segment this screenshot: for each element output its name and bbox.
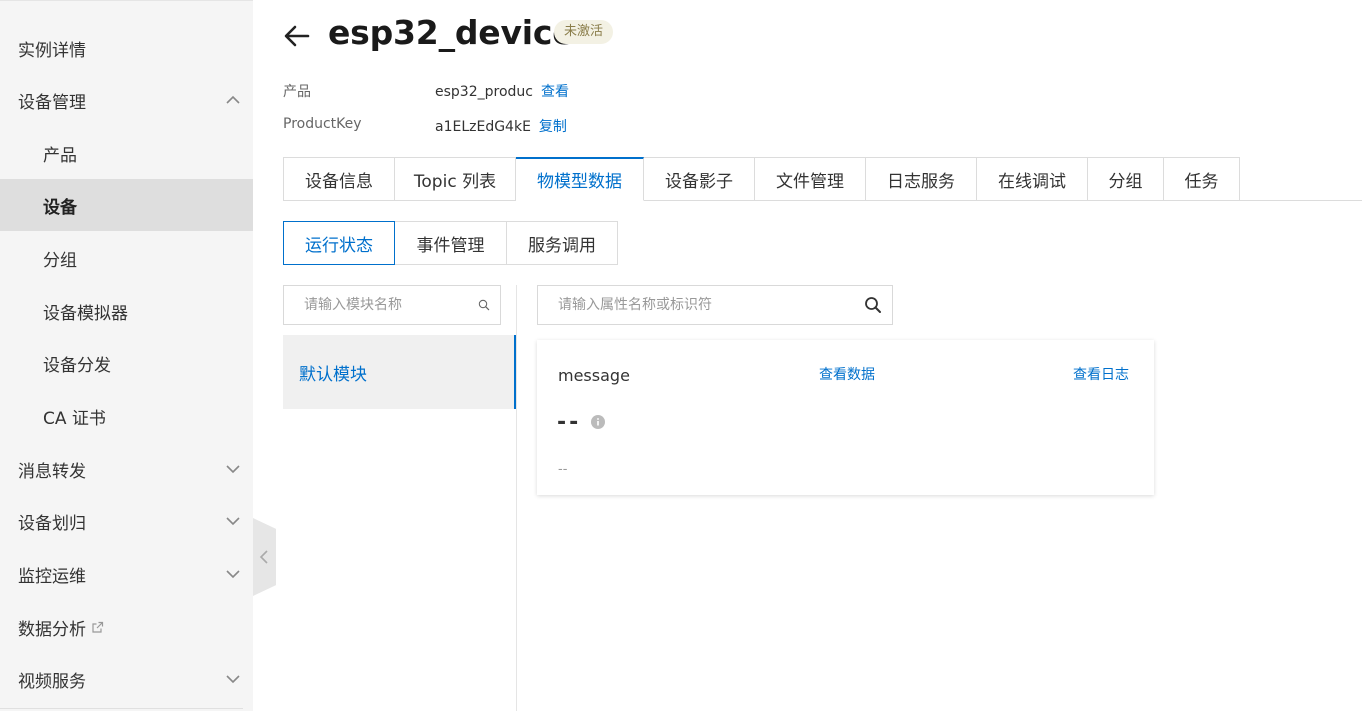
sidebar-item-label: 实例详情 <box>18 40 86 61</box>
tab-device-shadow[interactable]: 设备影子 <box>644 157 755 201</box>
sidebar-item-label: 数据分析 <box>18 619 86 640</box>
tab-device-info[interactable]: 设备信息 <box>283 157 395 201</box>
tab-log-service[interactable]: 日志服务 <box>866 157 977 201</box>
tab-file-management[interactable]: 文件管理 <box>755 157 866 201</box>
chevron-up-icon <box>226 95 240 104</box>
product-value-row: esp32_produc 查看 <box>435 81 569 101</box>
sidebar-item-ca-certificate[interactable]: CA 证书 <box>0 390 253 442</box>
sidebar-item-device-assignment[interactable]: 设备划归 <box>0 495 253 547</box>
property-search-box <box>537 285 893 325</box>
sidebar-item-label: 消息转发 <box>18 461 86 482</box>
sidebar: 实例详情 设备管理 产品 设备 分组 设备模拟器 设备分发 CA 证书 消息转发… <box>0 0 253 711</box>
chevron-down-icon <box>226 465 240 474</box>
chevron-down-icon <box>226 570 240 579</box>
page-title: esp32_device <box>328 13 575 52</box>
productkey-value: a1ELzEdG4kE <box>435 119 531 135</box>
sidebar-item-products[interactable]: 产品 <box>0 127 253 179</box>
sidebar-item-groups[interactable]: 分组 <box>0 232 253 284</box>
sub-tabs: 运行状态 事件管理 服务调用 <box>283 221 618 265</box>
sidebar-item-message-forwarding[interactable]: 消息转发 <box>0 443 253 495</box>
sidebar-item-label: 设备 <box>43 197 77 218</box>
chevron-left-icon <box>259 550 268 564</box>
tab-thing-model-data[interactable]: 物模型数据 <box>516 157 644 201</box>
sidebar-item-monitoring-ops[interactable]: 监控运维 <box>0 548 253 600</box>
tab-groups[interactable]: 分组 <box>1088 157 1164 201</box>
back-arrow-icon[interactable] <box>283 22 311 50</box>
sidebar-item-video-service[interactable]: 视频服务 <box>0 653 253 705</box>
module-search-box <box>283 285 501 325</box>
tab-online-debug[interactable]: 在线调试 <box>977 157 1088 201</box>
sidebar-item-instance-details[interactable]: 实例详情 <box>0 22 253 74</box>
sidebar-item-label: 产品 <box>43 145 77 166</box>
sidebar-item-label: 视频服务 <box>18 671 86 692</box>
subtab-running-status[interactable]: 运行状态 <box>283 221 395 265</box>
status-badge: 未激活 <box>554 20 614 44</box>
search-icon[interactable] <box>478 296 490 314</box>
sidebar-item-device-simulator[interactable]: 设备模拟器 <box>0 285 253 337</box>
module-search-input[interactable] <box>284 286 478 324</box>
sidebar-item-label: 设备划归 <box>18 513 86 534</box>
sidebar-item-device-management[interactable]: 设备管理 <box>0 74 253 126</box>
property-value: -- <box>557 410 582 435</box>
sidebar-item-label: 分组 <box>43 250 77 271</box>
sidebar-item-label: 监控运维 <box>18 566 86 587</box>
chevron-down-icon <box>226 675 240 684</box>
chevron-down-icon <box>226 517 240 526</box>
search-icon[interactable] <box>864 296 882 314</box>
sidebar-item-label: CA 证书 <box>43 408 106 429</box>
productkey-label: ProductKey <box>283 116 362 132</box>
sidebar-item-data-analysis[interactable]: 数据分析 <box>0 601 253 653</box>
main-tabs: 设备信息 Topic 列表 物模型数据 设备影子 文件管理 日志服务 在线调试 … <box>283 157 1240 201</box>
property-card: message 查看数据 查看日志 -- -- <box>537 340 1154 495</box>
product-value: esp32_produc <box>435 84 533 100</box>
view-product-link[interactable]: 查看 <box>541 84 569 100</box>
tab-tasks[interactable]: 任务 <box>1164 157 1240 201</box>
view-data-link[interactable]: 查看数据 <box>819 364 875 384</box>
property-name: message <box>558 366 630 385</box>
copy-productkey-link[interactable]: 复制 <box>539 119 567 135</box>
productkey-value-row: a1ELzEdG4kE 复制 <box>435 116 567 136</box>
subtab-service-call[interactable]: 服务调用 <box>506 221 618 265</box>
sidebar-item-label: 设备管理 <box>18 92 86 113</box>
external-link-icon <box>92 621 104 633</box>
product-label: 产品 <box>283 84 311 100</box>
tab-topic-list[interactable]: Topic 列表 <box>395 157 516 201</box>
sidebar-item-devices[interactable]: 设备 <box>0 179 253 231</box>
sidebar-collapse-handle[interactable] <box>253 518 276 596</box>
sidebar-item-label: 设备模拟器 <box>43 303 128 324</box>
info-icon[interactable] <box>591 415 605 429</box>
property-search-input[interactable] <box>538 286 864 324</box>
sidebar-item-device-distribution[interactable]: 设备分发 <box>0 337 253 389</box>
view-log-link[interactable]: 查看日志 <box>1073 364 1129 384</box>
sidebar-divider <box>0 708 243 709</box>
module-item-default[interactable]: 默认模块 <box>283 335 516 409</box>
property-update-time: -- <box>558 462 568 477</box>
module-panel-divider <box>516 285 517 711</box>
subtab-event-management[interactable]: 事件管理 <box>394 221 507 265</box>
sidebar-item-label: 设备分发 <box>43 355 111 376</box>
